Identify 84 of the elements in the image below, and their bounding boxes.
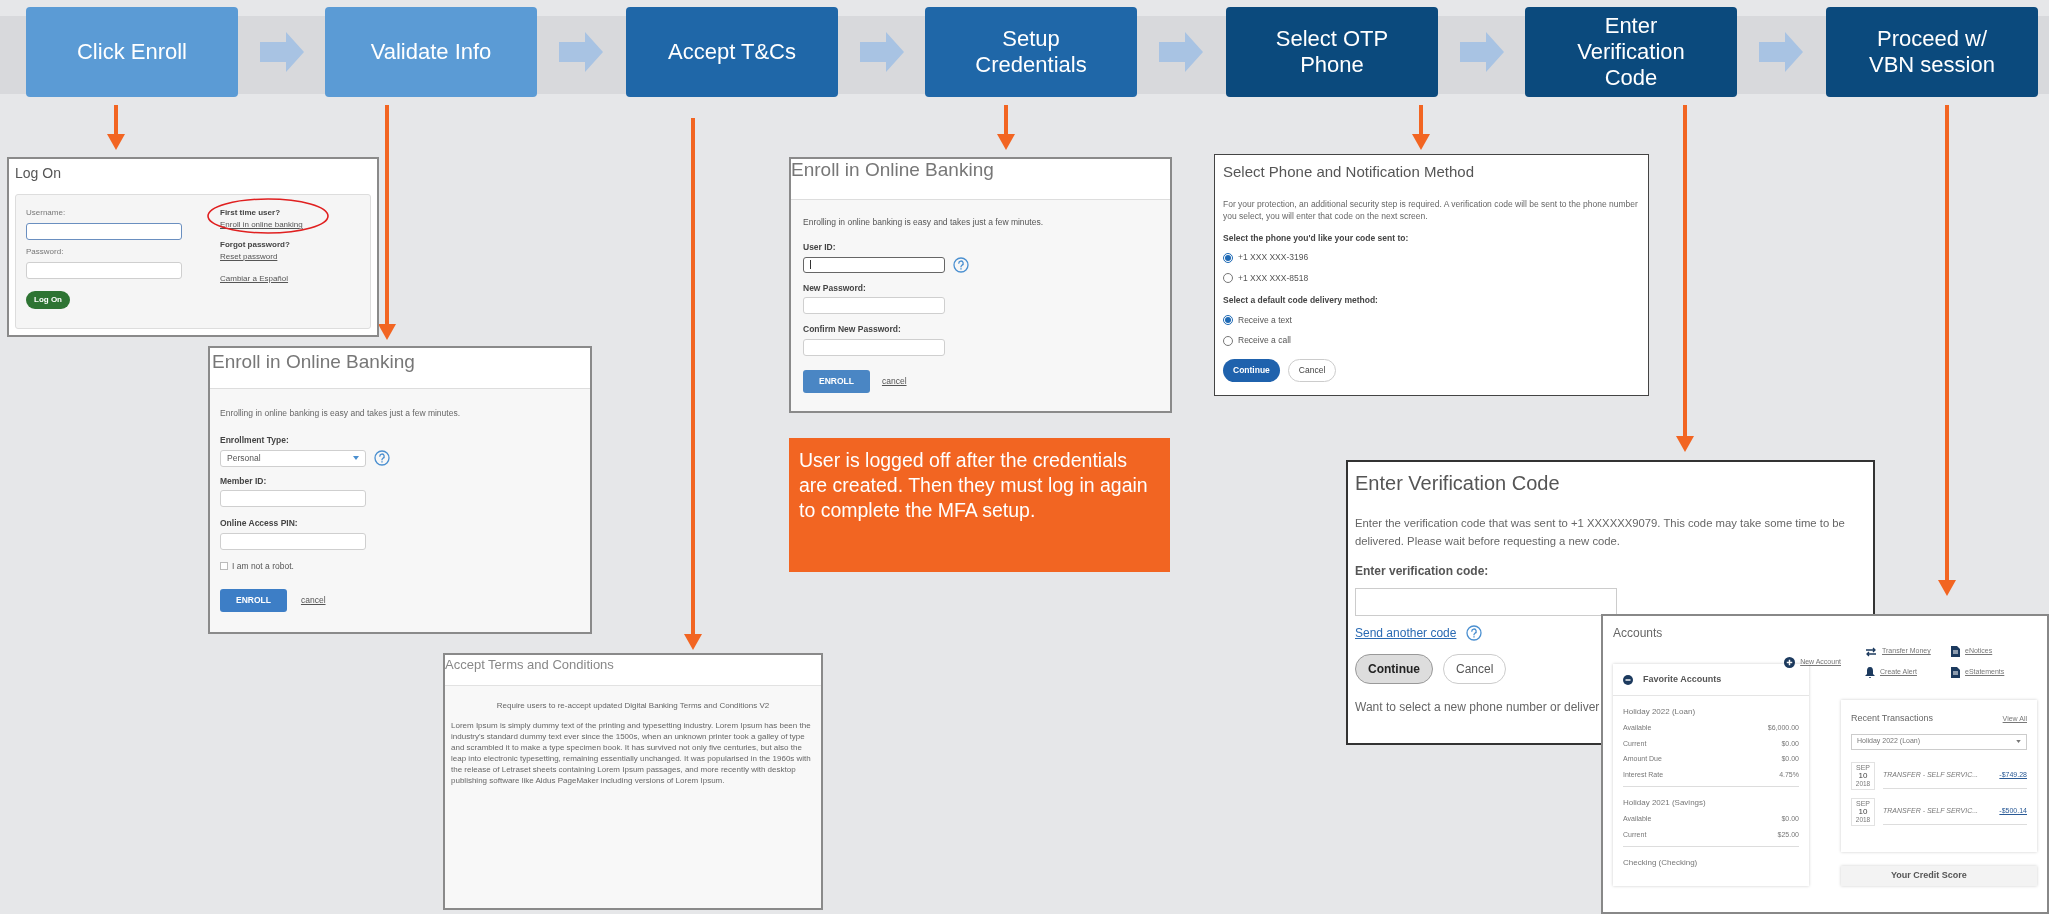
note-callout: User is logged off after the credentials are created. Then they must log in again to complete the MFA setup. bbox=[789, 438, 1170, 572]
radio-label: +1 XXX XXX-8518 bbox=[1238, 272, 1309, 285]
checkbox[interactable] bbox=[220, 562, 228, 571]
intro-text: Enrolling in online banking is easy and takes just a few minutes. bbox=[803, 216, 1045, 229]
card-title: Your Credit Score bbox=[1891, 868, 1967, 882]
step-box: Select OTP Phone bbox=[1226, 7, 1438, 97]
intro-text: For your protection, an additional security step is required. A verification code will be sent to the phone number you select, you will enter that code on the next screen. bbox=[1223, 197, 1639, 222]
step-box: Proceed w/ VBN session bbox=[1826, 7, 2038, 97]
dropdown[interactable]: Personal bbox=[220, 449, 366, 467]
field-label: Select the phone you'd like your code sent to: bbox=[1223, 231, 1410, 245]
step-box: Enter Verification Code bbox=[1525, 7, 1737, 97]
flow-arrow bbox=[107, 105, 125, 150]
enroll-button[interactable]: ENROLL bbox=[803, 370, 870, 393]
chevron-arrow bbox=[860, 32, 904, 72]
step-box: Validate Info bbox=[325, 7, 537, 97]
flow-arrow bbox=[997, 105, 1015, 150]
screen-title: Accounts bbox=[1613, 625, 1664, 642]
continue-button[interactable]: Continue bbox=[1355, 654, 1433, 684]
cancel-button[interactable]: Cancel bbox=[1287, 359, 1337, 382]
screen-title: Enter Verification Code bbox=[1355, 471, 1561, 496]
minus-circle-icon bbox=[1623, 674, 1633, 685]
language-link[interactable]: Cambiar a Español bbox=[220, 273, 303, 285]
continue-button[interactable]: Continue bbox=[1223, 359, 1280, 382]
prompt-text: Forgot password? bbox=[220, 239, 291, 251]
flow-arrow bbox=[1412, 105, 1430, 150]
help-icon[interactable] bbox=[374, 450, 390, 466]
radio-label: Receive a call bbox=[1238, 334, 1291, 347]
enroll-button[interactable]: ENROLL bbox=[220, 588, 287, 612]
account-name: Holiday 2022 (Loan) bbox=[1623, 706, 1697, 718]
checkbox-label: I am not a robot. bbox=[232, 560, 294, 573]
chevron-arrow bbox=[559, 32, 603, 72]
caret-icon bbox=[2016, 740, 2021, 743]
step-box: Accept T&Cs bbox=[626, 7, 838, 97]
cancel-link[interactable]: cancel bbox=[300, 593, 326, 607]
screen-title: Select Phone and Notification Method bbox=[1223, 162, 1475, 182]
radio-label: +1 XXX XXX-3196 bbox=[1238, 251, 1309, 264]
plus-circle-icon bbox=[1784, 656, 1796, 668]
cancel-link[interactable]: cancel bbox=[881, 375, 907, 388]
field-label: Password: bbox=[26, 246, 65, 258]
chevron-arrow bbox=[1460, 32, 1504, 72]
intro-text: Enter the verification code that was sent to +1 XXXXXX9079. This code may take some time to be delivered. Please wait before requesting a new code. bbox=[1355, 516, 1846, 549]
document-icon bbox=[1951, 667, 1960, 678]
chevron-arrow bbox=[1159, 32, 1203, 72]
screen-title: Enroll in Online Banking bbox=[791, 159, 995, 182]
account-name: Holiday 2021 (Savings) bbox=[1623, 797, 1707, 809]
field-label: Select a default code delivery method: bbox=[1223, 293, 1379, 307]
send-code-link[interactable]: Send another code bbox=[1355, 624, 1457, 642]
screen-title: Log On bbox=[15, 164, 62, 183]
reset-password-link[interactable]: Reset password bbox=[220, 251, 303, 263]
document-icon bbox=[1951, 646, 1960, 657]
screen-title: Enroll in Online Banking bbox=[211, 350, 416, 374]
footer-text: Want to select a new phone number or deliver bbox=[1355, 699, 1600, 716]
terms-heading: Require users to re-accept updated Digital Banking Terms and Conditions V2 bbox=[495, 700, 771, 712]
transfer-arrows-icon bbox=[1865, 646, 1877, 657]
help-icon[interactable] bbox=[953, 256, 969, 273]
step-box: Click Enroll bbox=[26, 7, 238, 97]
step-box: Setup Credentials bbox=[925, 7, 1137, 97]
intro-text: Enrolling in online banking is easy and takes just a few minutes. bbox=[220, 407, 462, 420]
card-title: Recent Transactions bbox=[1851, 712, 1934, 725]
account-name: Checking (Checking) bbox=[1623, 857, 1699, 869]
enroll-link[interactable]: Enroll in online banking bbox=[220, 219, 303, 231]
help-icon[interactable] bbox=[1466, 625, 1483, 641]
input-field[interactable] bbox=[26, 223, 182, 240]
screen-title: Accept Terms and Conditions bbox=[445, 656, 615, 674]
field-label: Online Access PIN: bbox=[220, 517, 299, 530]
field-label: Confirm New Password: bbox=[803, 323, 902, 336]
cancel-button[interactable]: Cancel bbox=[1443, 654, 1507, 684]
field-label: Enrollment Type: bbox=[220, 433, 290, 447]
chevron-arrow bbox=[260, 32, 304, 72]
field-label: Enter verification code: bbox=[1355, 563, 1490, 580]
prompt-text: First time user? bbox=[220, 207, 281, 219]
terms-text: Lorem Ipsum is simply dummy text of the printing and typesetting industry. Lorem Ipsum has been the industry's standard dummy text ever since the 1500s, when an unknown printer took a galley of type and scrambled it to make a type specimen book. It has survived not only five centuries, but also the leap into electronic typesetting, remaining essentially unchanged. It was popularised in the 1960s with the release of Letraset sheets containing Lorem Ipsum passages, and more recently with desktop publishing software like Aldus PageMaker including versions of Lorem Ipsum. bbox=[451, 720, 812, 786]
field-label: User ID: bbox=[803, 240, 837, 254]
input-field[interactable] bbox=[803, 256, 945, 273]
bell-icon bbox=[1865, 667, 1875, 678]
caret-icon bbox=[353, 456, 359, 460]
card-title: Favorite Accounts bbox=[1643, 672, 1722, 686]
field-label: Member ID: bbox=[220, 474, 268, 488]
field-label: Username: bbox=[26, 207, 67, 219]
chevron-arrow bbox=[1759, 32, 1803, 72]
log-on-button[interactable]: Log On bbox=[26, 291, 70, 309]
radio-label: Receive a text bbox=[1238, 313, 1292, 327]
field-label: New Password: bbox=[803, 281, 867, 295]
text-cursor-icon bbox=[810, 260, 811, 269]
